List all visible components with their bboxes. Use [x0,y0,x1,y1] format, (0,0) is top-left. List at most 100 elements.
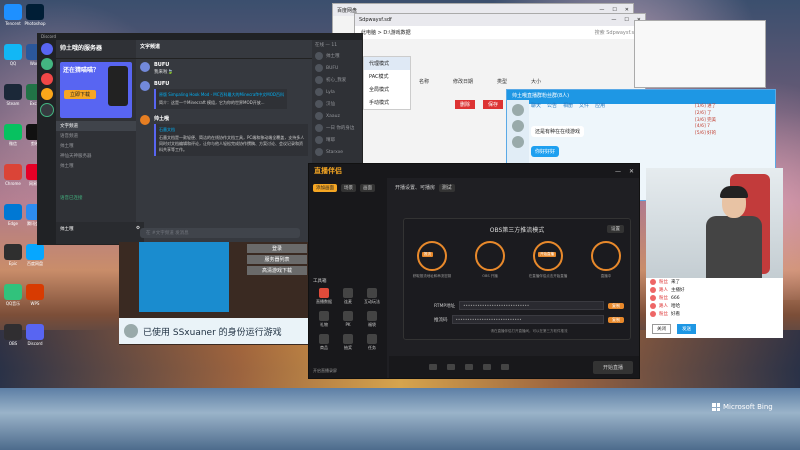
tool-item[interactable]: 礼物 [313,311,335,328]
tab-apps[interactable]: 应用 [595,102,605,109]
desktop-app-icon[interactable]: WPS [26,284,44,306]
tool-item[interactable]: 直播数据 [313,288,335,305]
member-item[interactable]: 晴耶 [312,134,362,146]
column-header[interactable]: 名称 [419,78,429,85]
address-bar[interactable]: 此电脑 > D:\游戏数据 [361,29,585,36]
close-button[interactable]: 关闭 [652,324,671,334]
minimize-icon[interactable]: — [615,168,621,175]
desktop-app-icon[interactable]: Epic [4,244,22,266]
step-tag[interactable]: 开始直播 [538,252,556,257]
add-server-icon[interactable] [40,103,54,117]
home-server-icon[interactable] [41,43,53,55]
live-assistant-window[interactable]: 直播伴侣 — ✕ 添加画面 场景 画面 工具箱 直播数据 连麦 互动玩法 礼物 PK 福袋… [308,163,640,379]
status-pill[interactable]: 测试 [438,184,455,192]
avatar[interactable] [512,136,524,148]
save-button[interactable]: 保存 [483,100,504,109]
tab-notice[interactable]: 公告 [547,102,557,109]
step-tag[interactable]: 推流 [422,252,433,257]
copy-button[interactable]: 复制 [608,302,624,309]
tool-item[interactable]: PK [337,311,359,328]
menu-item[interactable]: 全局模式 [364,83,410,96]
start-live-button[interactable]: 开始直播 [592,360,633,374]
link-embed[interactable]: 石墨文档 石墨文档是一款轻便、简洁的在线协作文档工具，PC端和移动端全覆盖，支持… [154,124,308,156]
tool-item[interactable]: 连麦 [337,288,359,305]
danmu-panel[interactable]: 粉丝 来了 路人 主播好 粉丝 666 路人 哈哈 粉丝 好看 关闭 发送 [646,278,783,338]
author-name[interactable]: BUFU [154,62,173,68]
member-item[interactable]: Lyla [312,86,362,98]
danmu-user[interactable]: 粉丝 [659,279,668,285]
desktop-app-icon[interactable]: QQ音乐 [4,284,22,306]
tab-album[interactable]: 相册 [563,102,573,109]
camera-icon[interactable] [429,364,437,370]
author-name[interactable]: 帅土哦 [154,115,308,122]
menu-item[interactable]: 手动模式 [364,96,410,109]
member-item[interactable]: 一日 你的身边 [312,122,362,134]
tab-add-scene[interactable]: 添加画面 [313,184,337,192]
server-icon[interactable] [41,88,53,100]
column-header[interactable]: 修改日期 [453,78,473,85]
embed-title[interactable]: 原版 Simpaling Hook Mod - MC百科最大的Minecraft… [159,92,284,98]
user-name[interactable]: 帅土哦 [60,227,74,232]
tool-item[interactable]: 互动玩法 [361,288,383,305]
explorer-window-right[interactable] [634,20,766,88]
maximize-icon[interactable]: ☐ [624,17,628,23]
key-input[interactable]: •••••••••••••••••••••••••••• [451,315,604,324]
danmu-user[interactable]: 粉丝 [659,311,668,317]
member-item[interactable]: Xaauz [312,110,362,122]
filter-icon[interactable] [483,364,491,370]
launcher-tiles[interactable] [139,242,229,312]
server-name[interactable]: 帅土哦的服务器 [56,40,136,59]
desktop-app-icon[interactable]: Steam [4,84,22,106]
embed-title[interactable]: 石墨文档 [159,127,305,133]
tool-item[interactable]: 任务 [361,334,383,351]
message-input[interactable]: 在 #文字频道 发消息 [140,228,300,238]
member-item[interactable]: 汉仙 [312,98,362,110]
avatar[interactable] [140,115,150,125]
tab-files[interactable]: 文件 [579,102,589,109]
danmu-user[interactable]: 粉丝 [659,295,668,301]
channel-item[interactable]: 帅土哦 [56,141,136,151]
settings-button[interactable]: 设置 [607,225,624,233]
tab-scene[interactable]: 场景 [341,184,356,192]
delete-button[interactable]: 删除 [455,100,476,109]
desktop-app-icon[interactable]: Edge [4,204,22,226]
member-item[interactable]: BUFU [312,62,362,74]
avatar[interactable] [512,120,524,132]
voice-status[interactable]: 语音已连接 [56,193,136,203]
member-item[interactable]: 初心_我爱 [312,74,362,86]
danmu-user[interactable]: 路人 [659,303,668,309]
channel-item[interactable]: 语音频道 [56,131,136,141]
tool-item[interactable]: 商品 [313,334,335,351]
proxy-mode-menu[interactable]: 代理模式 PAC模式 全局模式 手动模式 [363,56,411,110]
danmu-user[interactable]: 路人 [659,287,668,293]
channel-item[interactable]: 文字频道 [56,121,136,131]
tab-source[interactable]: 画面 [360,184,375,192]
avatar[interactable] [140,62,150,72]
server-icon[interactable] [41,58,53,70]
desktop-app-icon[interactable]: 微信 [4,124,22,146]
avatar[interactable] [140,81,150,91]
desktop-app-icon[interactable]: Tencent [4,4,22,26]
member-item[interactable]: 帅土哦 [312,50,362,62]
desktop-app-icon[interactable]: Photoshop [24,4,46,26]
avatar[interactable] [512,104,524,116]
copy-button[interactable]: 复制 [608,316,624,323]
link-embed[interactable]: 原版 Simpaling Hook Mod - MC百科最大的Minecraft… [154,89,287,109]
speaker-icon[interactable] [465,364,473,370]
desktop-app-icon[interactable]: QQ [4,44,22,66]
server-icon[interactable] [41,73,53,85]
channel-item[interactable]: 神仙天神服务器 [56,151,136,161]
desktop-app-icon[interactable]: 百度网盘 [26,244,44,266]
mic-icon[interactable] [447,364,455,370]
tool-item[interactable]: 福袋 [361,311,383,328]
tab-chat[interactable]: 聊天 [531,102,541,109]
settings-icon[interactable] [501,364,509,370]
minimize-icon[interactable]: — [611,17,616,23]
send-button[interactable]: 发送 [677,324,696,334]
member-item[interactable]: Starxxe [312,146,362,158]
download-button[interactable]: 立即下载 [64,90,97,99]
search-input[interactable]: 搜索 Sdpwaysf.sdf [595,29,639,36]
tool-item[interactable]: 抽奖 [337,334,359,351]
download-button[interactable]: 高清游戏下载 [247,266,307,275]
column-header[interactable]: 大小 [531,78,541,85]
